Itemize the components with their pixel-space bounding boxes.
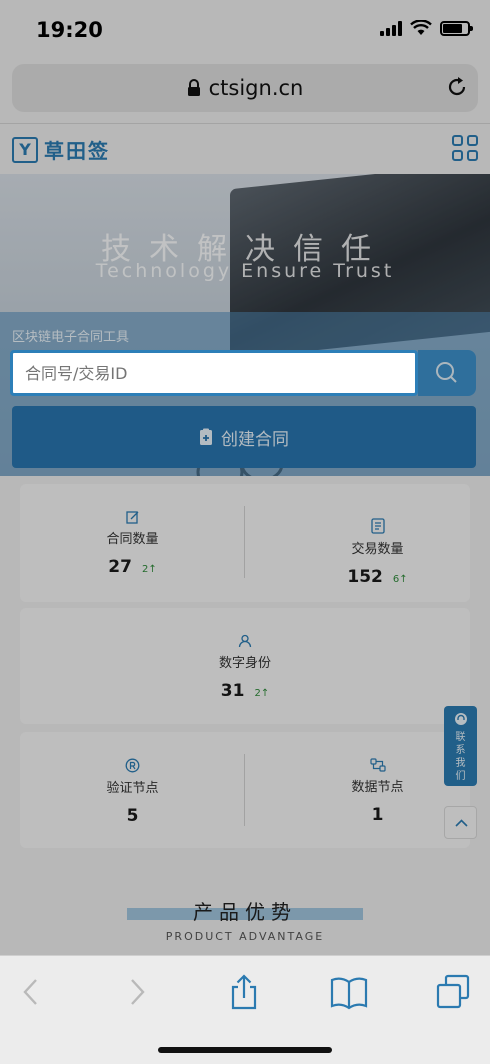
- stat-data-nodes-value: 1: [371, 805, 384, 825]
- share-icon[interactable]: [228, 974, 260, 1010]
- clipboard-add-icon: [200, 428, 212, 445]
- stats-card-contracts-transactions: 合同数量 27 2↑ 交易数量 152 6↑: [20, 484, 470, 602]
- stat-identities: 数字身份 31 2↑: [20, 608, 470, 724]
- headset-icon: [454, 713, 467, 725]
- product-advantage-section: 产品优势 PRODUCT ADVANTAGE: [0, 856, 490, 956]
- stat-verify-nodes-label: 验证节点: [106, 781, 159, 796]
- stat-contracts: 合同数量 27 2↑: [20, 484, 245, 602]
- cellular-signal-icon: [380, 20, 402, 36]
- stat-transactions: 交易数量 152 6↑: [245, 484, 470, 602]
- hero-title-en: Technology Ensure Trust: [95, 260, 395, 282]
- stats-section: 合同数量 27 2↑ 交易数量 152 6↑ 数字身份 31 2↑ 验证节点 5…: [0, 476, 490, 856]
- registered-icon: [125, 758, 140, 773]
- status-time: 19:20: [36, 18, 103, 42]
- back-icon[interactable]: [20, 974, 40, 1010]
- status-bar: 19:20: [0, 0, 490, 58]
- site-logo[interactable]: Y 草田签: [12, 135, 110, 164]
- tabs-icon[interactable]: [436, 974, 470, 1010]
- browser-address-area: ctsign.cn: [0, 58, 490, 124]
- logo-mark-icon: Y: [12, 136, 38, 163]
- stat-transactions-delta: 6↑: [392, 574, 408, 585]
- chevron-up-icon: [455, 819, 468, 827]
- forward-icon[interactable]: [128, 974, 148, 1010]
- stat-identities-delta: 2↑: [254, 688, 270, 699]
- address-bar[interactable]: ctsign.cn: [12, 64, 478, 112]
- stat-contracts-value: 27: [108, 557, 132, 577]
- search-input[interactable]: [10, 350, 418, 396]
- hero-banner: 技术解决信任 Technology Ensure Trust 区块链电子合同工具…: [0, 174, 490, 506]
- stat-data-nodes: 数据节点 1: [245, 732, 470, 848]
- stat-contracts-delta: 2↑: [141, 564, 157, 575]
- battery-icon: [440, 20, 473, 36]
- stat-verify-nodes: 验证节点 5: [20, 732, 245, 848]
- create-contract-button[interactable]: 创建合同: [12, 406, 476, 468]
- stat-identities-label: 数字身份: [218, 656, 271, 671]
- stat-verify-nodes-value: 5: [126, 806, 139, 826]
- search-button[interactable]: [418, 350, 476, 396]
- site-header: Y 草田签: [0, 124, 490, 174]
- back-to-top-button[interactable]: [444, 806, 477, 839]
- reload-icon[interactable]: [446, 76, 468, 98]
- search-icon: [436, 362, 457, 383]
- bookmarks-icon[interactable]: [330, 974, 368, 1010]
- stats-card-identities: 数字身份 31 2↑: [20, 608, 470, 724]
- stat-transactions-value: 152: [347, 567, 383, 587]
- stat-data-nodes-label: 数据节点: [351, 780, 404, 795]
- contact-us-button[interactable]: 联系我们: [444, 706, 477, 786]
- advantage-subtitle: PRODUCT ADVANTAGE: [165, 930, 325, 943]
- edit-document-icon: [125, 511, 138, 524]
- tool-label: 区块链电子合同工具: [12, 330, 130, 345]
- contact-us-label: 联系我们: [455, 732, 466, 782]
- stat-identities-value: 31: [220, 681, 245, 701]
- exchange-icon: [369, 758, 386, 772]
- stat-transactions-label: 交易数量: [351, 542, 404, 557]
- stat-contracts-label: 合同数量: [106, 532, 159, 547]
- grid-menu-icon[interactable]: [452, 135, 478, 161]
- home-indicator: [158, 1047, 332, 1053]
- list-document-icon: [370, 518, 385, 534]
- status-icons: [380, 20, 473, 36]
- stats-card-nodes: 验证节点 5 数据节点 1: [20, 732, 470, 848]
- user-icon: [238, 634, 252, 648]
- logo-text: 草田签: [44, 139, 110, 163]
- url-text: ctsign.cn: [208, 76, 304, 100]
- lock-icon: [187, 79, 200, 96]
- wifi-icon: [410, 20, 432, 35]
- advantage-title: 产品优势: [193, 900, 297, 924]
- create-contract-label: 创建合同: [221, 429, 289, 450]
